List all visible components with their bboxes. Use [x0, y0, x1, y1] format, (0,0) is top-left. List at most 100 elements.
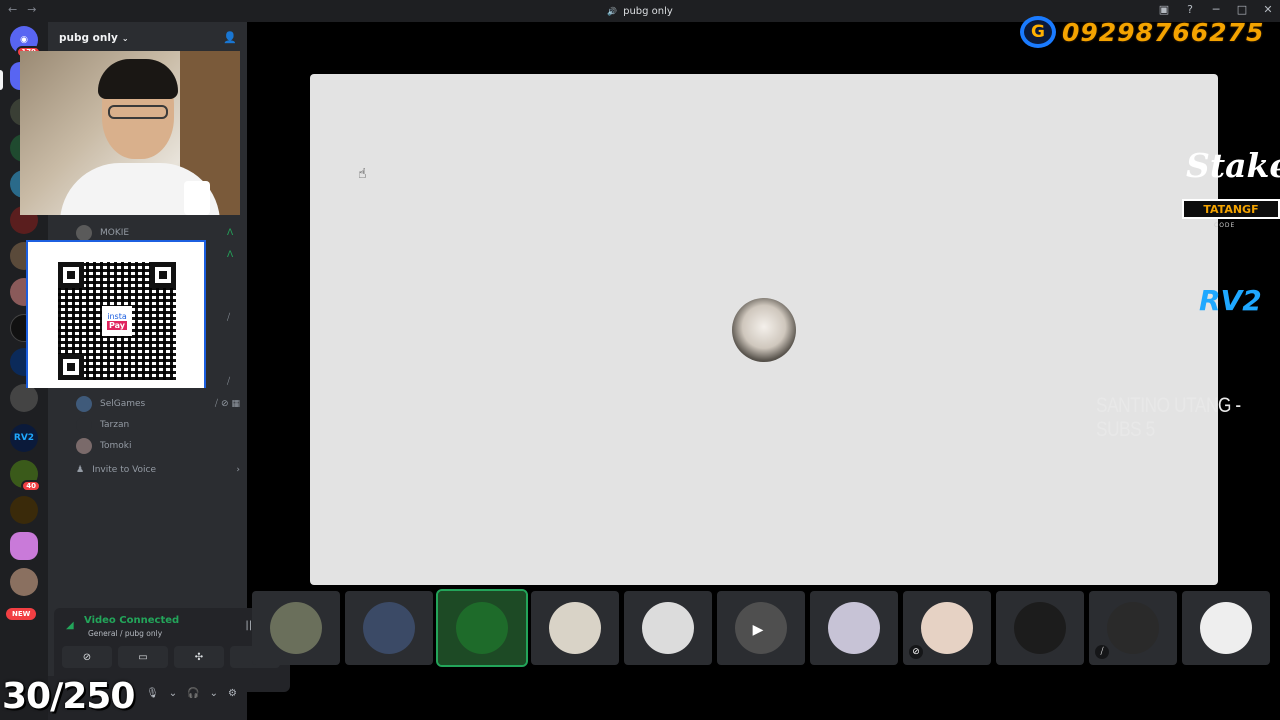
participant-tile[interactable]	[252, 591, 340, 665]
qr-finder	[58, 262, 84, 288]
voice-member[interactable]: Tarzan	[76, 415, 240, 435]
chevron-down-icon: ⌄	[121, 33, 129, 43]
user-controls: 🎙 ⌄ 🎧 ⌄ ⚙	[146, 688, 237, 699]
speaking-icon: ᐱ	[227, 228, 234, 238]
minimize-icon[interactable]: ─	[1210, 3, 1222, 16]
invite-label: Invite to Voice	[92, 465, 157, 475]
participant-tile[interactable]	[1182, 591, 1270, 665]
webcam-person-hair	[98, 59, 178, 99]
help-icon[interactable]: ?	[1184, 3, 1196, 16]
participant-avatar	[363, 602, 415, 654]
nav-controls: ← →	[8, 3, 36, 16]
qr-code: insta Pay	[58, 262, 176, 380]
participant-avatar	[456, 602, 508, 654]
activities-icon: ✣	[194, 651, 204, 663]
participant-avatar	[270, 602, 322, 654]
maximize-icon[interactable]: □	[1236, 3, 1248, 16]
chevron-right-icon: ›	[236, 465, 240, 475]
screen-share-view[interactable]: ☝	[310, 74, 1218, 585]
invite-user-icon[interactable]: 👤	[223, 31, 237, 44]
subs-ticker: SANTINO UTANG - SUBS 5	[1096, 394, 1241, 441]
streamer-webcam	[20, 51, 240, 215]
chevron-down-icon[interactable]: ⌄	[169, 688, 177, 699]
qr-code-overlay: insta Pay	[26, 240, 206, 388]
server-name: pubg only	[59, 32, 118, 44]
participant-tile[interactable]	[345, 591, 433, 665]
participant-tiles: ▶ ⊘ ⧸	[252, 589, 1270, 667]
discord-logo-icon: ◉	[20, 35, 28, 45]
inbox-icon[interactable]: ▣	[1158, 3, 1170, 16]
instapay-logo-top: insta	[107, 312, 127, 321]
server-icon[interactable]: 40	[10, 460, 41, 492]
participant-tile[interactable]	[624, 591, 712, 665]
participant-avatar	[1014, 602, 1066, 654]
participant-avatar	[1200, 602, 1252, 654]
webcam-person-glasses	[108, 105, 168, 119]
share-screen-button[interactable]: ▭	[118, 646, 168, 668]
server-header[interactable]: pubg only ⌄	[48, 22, 247, 54]
activities-button[interactable]: ✣	[174, 646, 224, 668]
signal-icon[interactable]: ◢	[66, 620, 74, 631]
server-icon[interactable]	[10, 568, 38, 596]
participant-tile[interactable]: ⧸	[1089, 591, 1177, 665]
connection-buttons: ⊘ ▭ ✣ ♪	[62, 646, 280, 668]
instapay-logo: insta Pay	[102, 306, 132, 336]
voice-member-name: Tomoki	[100, 441, 132, 451]
mic-off-icon: ⧸	[227, 313, 231, 323]
server-badge: 40	[21, 480, 41, 492]
mic-off-icon: ⧸	[1095, 645, 1109, 659]
stake-promo-code: TATANGF	[1182, 199, 1280, 219]
participant-avatar	[828, 602, 880, 654]
voice-member-name: Tarzan	[100, 420, 130, 430]
invite-to-voice-button[interactable]: ♟ Invite to Voice ›	[76, 460, 240, 480]
voice-member[interactable]: Tomoki	[76, 436, 240, 456]
close-icon[interactable]: ✕	[1262, 3, 1274, 16]
rv2-logo: RV2	[1199, 284, 1262, 317]
back-arrow-icon[interactable]: ←	[8, 3, 17, 16]
mic-off-icon: ⧸	[227, 377, 231, 387]
mute-icon: ⊘	[909, 645, 923, 659]
connection-subtitle[interactable]: General / pubg only	[88, 629, 162, 638]
connection-status[interactable]: Video Connected	[84, 615, 179, 626]
chevron-down-icon[interactable]: ⌄	[210, 688, 218, 699]
stake-logo: Stake	[1186, 146, 1280, 185]
server-icon[interactable]	[10, 384, 38, 412]
participant-tile[interactable]: ⊘	[903, 591, 991, 665]
window-title-text: pubg only	[623, 5, 673, 17]
instapay-logo-bottom: Pay	[106, 321, 127, 330]
participant-avatar	[921, 602, 973, 654]
forward-arrow-icon[interactable]: →	[27, 3, 36, 16]
speaking-icon: ᐱ	[227, 250, 234, 260]
discord-app: ← → 🔊 pubg only ▣ ? ─ □ ✕ ◉ 179 RV2	[0, 0, 1280, 720]
activity-icon: ▦	[231, 399, 240, 409]
subscriber-count: 30/250	[2, 676, 135, 717]
mic-icon[interactable]: 🎙	[146, 688, 159, 699]
headphones-icon[interactable]: 🎧	[187, 688, 199, 699]
window-title: 🔊 pubg only	[607, 6, 673, 17]
participant-tile[interactable]: ▶	[717, 591, 805, 665]
screen-share-icon: ▭	[138, 651, 148, 663]
participant-tile[interactable]	[436, 589, 528, 667]
participant-avatar	[642, 602, 694, 654]
participant-tile[interactable]	[810, 591, 898, 665]
server-icon[interactable]	[10, 496, 38, 524]
camera-off-button[interactable]: ⊘	[62, 646, 112, 668]
avatar	[76, 438, 92, 454]
server-icon[interactable]	[10, 532, 38, 560]
mic-off-icon: ⧸	[214, 399, 218, 409]
streamer-avatar	[732, 298, 796, 362]
participant-tile[interactable]	[531, 591, 619, 665]
rv2-server-icon[interactable]: RV2	[10, 424, 38, 452]
home-button[interactable]: ◉ 179	[10, 26, 41, 58]
qr-finder	[150, 262, 176, 288]
phone-number: 09298766275	[1062, 17, 1265, 47]
participant-tile[interactable]	[996, 591, 1084, 665]
gear-icon[interactable]: ⚙	[228, 688, 237, 699]
participant-avatar	[549, 602, 601, 654]
voice-member[interactable]: SelGames ⧸ ⊘ ▦	[76, 394, 240, 414]
stake-code-label: CODE	[1214, 222, 1236, 229]
avatar	[76, 417, 92, 433]
gcash-logo-icon: G	[1020, 16, 1056, 48]
selected-indicator	[0, 70, 3, 90]
new-badge[interactable]: NEW	[6, 608, 37, 620]
